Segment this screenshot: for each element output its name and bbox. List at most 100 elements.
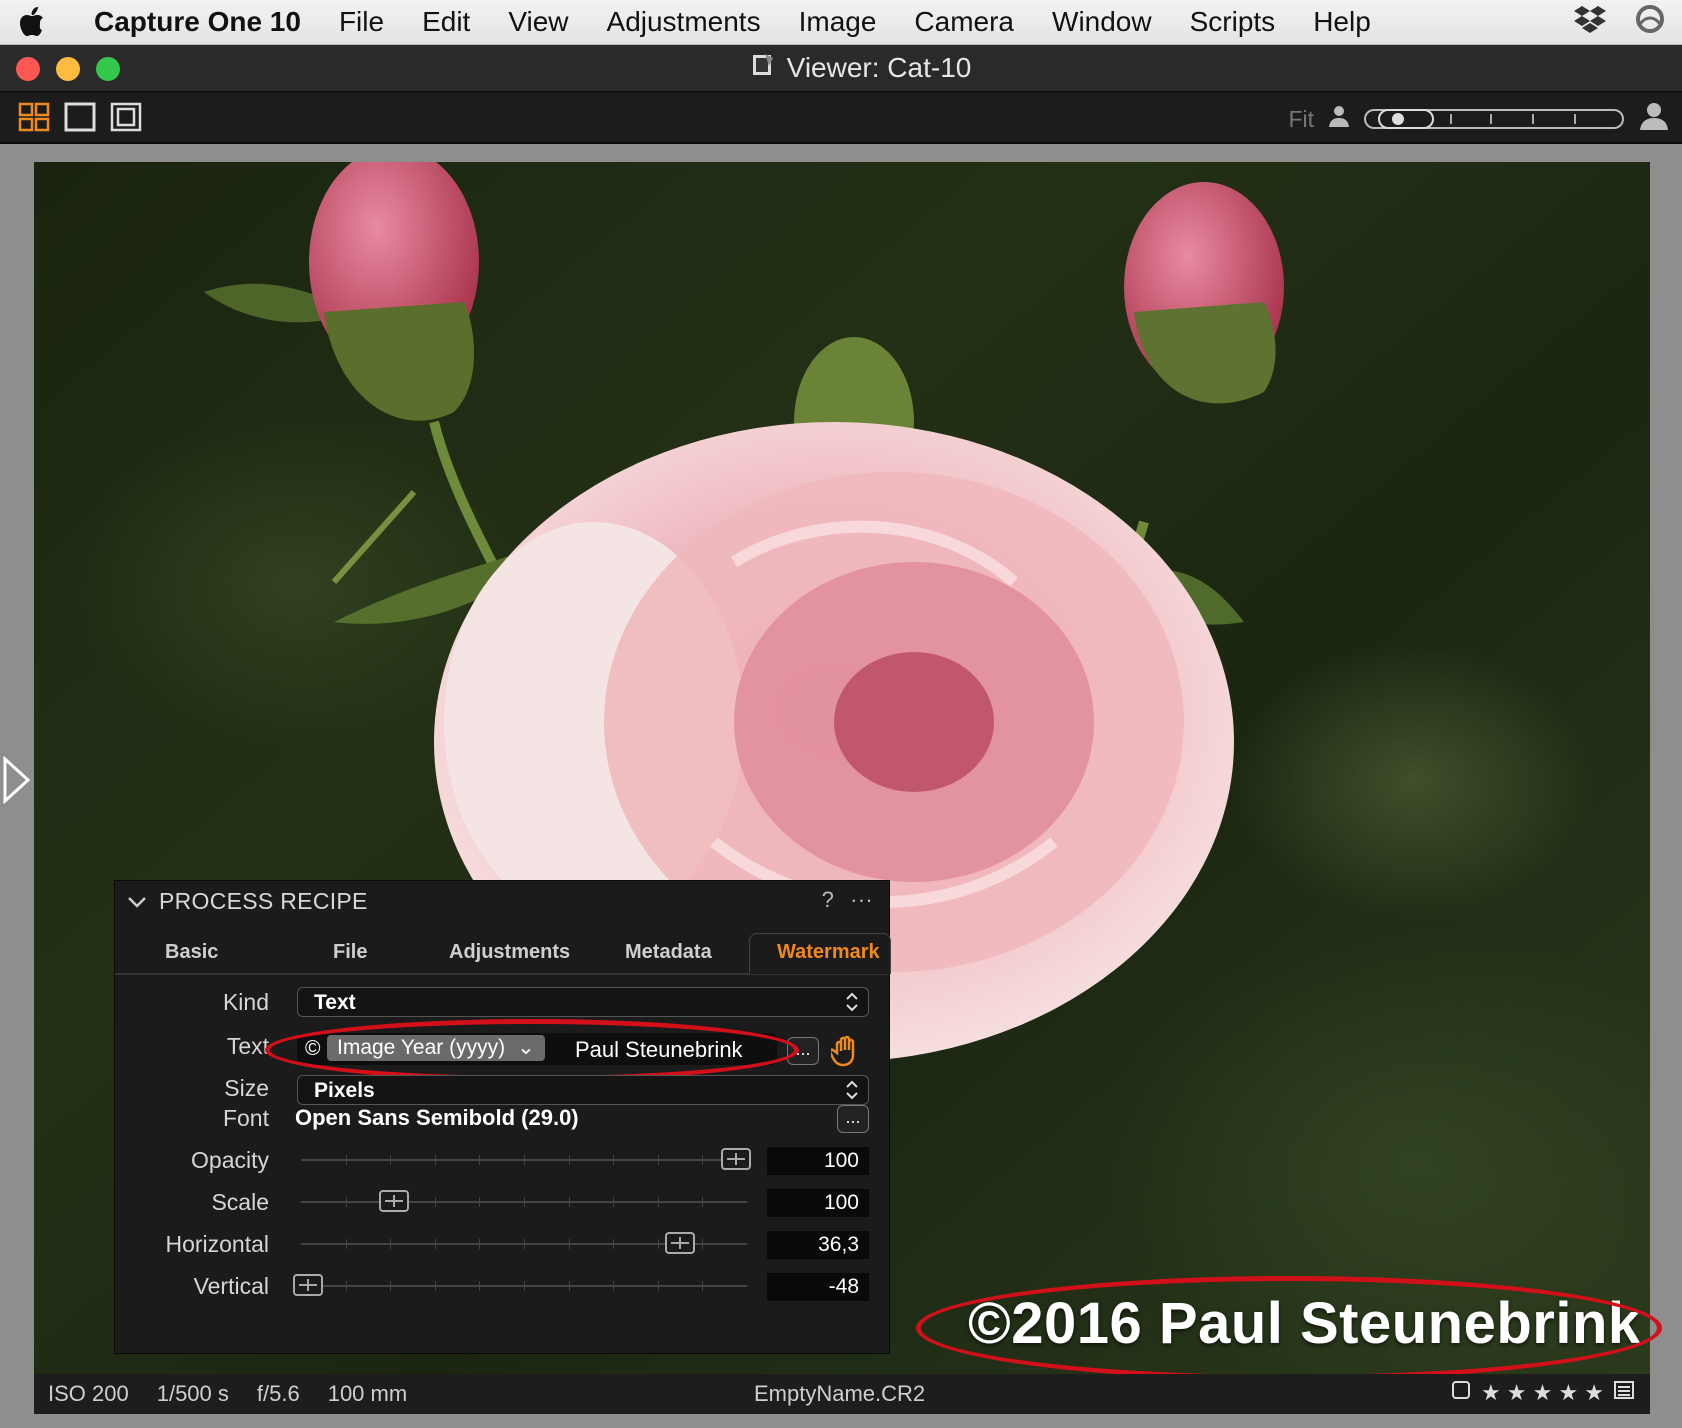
slider-tick [346,1281,347,1291]
slider-tick [613,1239,614,1249]
slider-tick [613,1281,614,1291]
slider-tick [479,1281,480,1291]
slider-tick [524,1197,525,1207]
size-select[interactable]: Pixels [297,1075,869,1105]
slider-tick [524,1155,525,1165]
slider-tick [390,1281,391,1291]
updown-arrows-icon [844,990,860,1023]
window-title-bar: Viewer: Cat-10 [0,45,1682,92]
recipe-tabs: Basic File Adjustments Metadata Watermar… [115,933,891,975]
menu-image[interactable]: Image [780,0,896,44]
font-value: Open Sans Semibold (29.0) [295,1105,579,1130]
font-label: Font [222,1105,269,1131]
size-label: Size [224,1075,269,1101]
hand-tool-icon[interactable] [828,1035,865,1072]
tab-file[interactable]: File [333,941,367,964]
dropbox-icon[interactable] [1574,4,1606,41]
font-picker-button[interactable]: ... [837,1105,869,1133]
opacity-slider-knob[interactable] [721,1148,751,1170]
fullscreen-view-icon[interactable] [110,102,142,137]
window-title: Viewer: Cat-10 [786,52,972,83]
vertical-slider-knob[interactable] [293,1274,323,1296]
panel-more-button[interactable]: ··· [850,887,873,913]
menu-adjustments[interactable]: Adjustments [588,0,780,44]
scale-slider-knob[interactable] [379,1190,409,1212]
status-bar: ISO 200 1/500 s f/5.6 100 mm EmptyName.C… [34,1374,1650,1414]
sidebar-toggle-arrow-icon[interactable] [2,755,32,809]
kind-select[interactable]: Text [297,987,869,1017]
horizontal-slider-knob[interactable] [665,1232,695,1254]
scale-label: Scale [211,1189,269,1215]
focal-length-value: 100 mm [327,1381,408,1406]
close-window-button[interactable] [16,57,40,81]
small-person-icon [1328,104,1350,134]
kind-value: Text [314,991,356,1014]
slider-tick [702,1197,703,1207]
slider-tick [569,1155,570,1165]
single-view-icon[interactable] [64,102,96,137]
slider-tick [702,1155,703,1165]
file-name: EmptyName.CR2 [754,1381,926,1406]
scale-value[interactable]: 100 [767,1189,869,1217]
vertical-label: Vertical [193,1273,269,1299]
horizontal-value[interactable]: 36,3 [767,1231,869,1259]
slider-tick [435,1239,436,1249]
kind-label: Kind [222,989,269,1015]
apple-logo-icon[interactable] [0,0,64,44]
slider-tick [435,1155,436,1165]
zoom-slider[interactable] [1364,109,1624,129]
slider-tick [613,1155,614,1165]
slider-tick [613,1197,614,1207]
horizontal-slider[interactable] [301,1232,747,1254]
collapse-chevron-icon[interactable] [127,888,147,915]
menu-view[interactable]: View [489,0,587,44]
minimize-window-button[interactable] [56,57,80,81]
menu-scripts[interactable]: Scripts [1171,0,1295,44]
opacity-label: Opacity [191,1147,269,1173]
slider-tick [658,1281,659,1291]
menu-help[interactable]: Help [1294,0,1390,44]
aperture-value: f/5.6 [256,1381,300,1406]
text-annotation-ellipse [265,1019,799,1081]
slider-tick [390,1239,391,1249]
app-name-menu[interactable]: Capture One 10 [64,0,320,44]
zoom-slider-knob[interactable] [1378,109,1434,129]
slider-tick [346,1239,347,1249]
iso-value: ISO 200 [48,1381,129,1406]
tab-basic[interactable]: Basic [165,941,218,964]
size-value: Pixels [314,1079,375,1102]
menu-edit[interactable]: Edit [403,0,489,44]
vertical-value[interactable]: -48 [767,1273,869,1301]
slider-tick [702,1239,703,1249]
scale-slider[interactable] [301,1190,747,1212]
tab-watermark[interactable]: Watermark [777,941,880,964]
tab-adjustments[interactable]: Adjustments [449,941,570,964]
slider-tick [569,1239,570,1249]
opacity-value[interactable]: 100 [767,1147,869,1175]
fit-label[interactable]: Fit [1288,106,1314,133]
slider-tick [390,1155,391,1165]
list-icon[interactable] [1614,1380,1634,1406]
opacity-slider[interactable] [301,1148,751,1170]
slider-tick [435,1281,436,1291]
tab-metadata[interactable]: Metadata [625,941,712,964]
document-proxy-icon[interactable] [751,52,775,85]
slider-tick [346,1197,347,1207]
shutter-value: 1/500 s [156,1381,229,1406]
zoom-window-button[interactable] [96,57,120,81]
slider-tick [569,1197,570,1207]
panel-title: PROCESS RECIPE [159,887,368,914]
menu-window[interactable]: Window [1033,0,1171,44]
slider-tick [479,1155,480,1165]
vertical-slider[interactable] [293,1274,747,1296]
creative-cloud-icon[interactable] [1632,4,1668,41]
menu-file[interactable]: File [320,0,403,44]
slider-tick [658,1239,659,1249]
star-rating[interactable]: ★ ★ ★ ★ ★ [1481,1380,1604,1406]
slider-tick [346,1155,347,1165]
grid-view-icon[interactable] [18,102,50,137]
select-checkbox[interactable] [1451,1380,1471,1406]
watermark-annotation-ellipse [916,1276,1662,1380]
help-button[interactable]: ? [822,887,835,913]
menu-camera[interactable]: Camera [895,0,1033,44]
